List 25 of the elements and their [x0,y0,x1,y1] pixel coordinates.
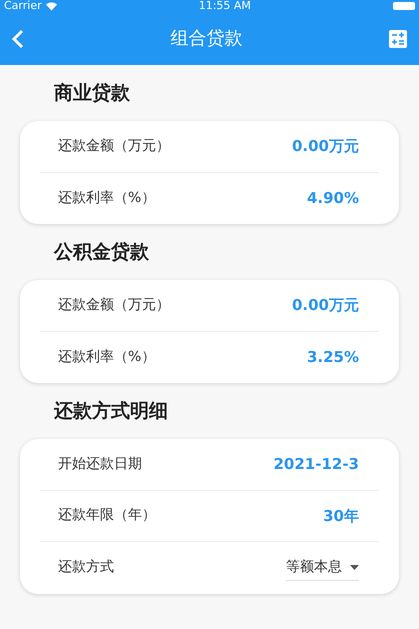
section-heading: 还款方式明细 [53,399,169,424]
back-icon[interactable] [12,28,24,48]
field-value: 3.25% [306,347,359,368]
field-label: 还款利率（%） [58,188,156,208]
field-label: 还款方式 [58,558,114,578]
field-label: 还款利率（%） [58,348,156,367]
field-label: 开始还款日期 [58,454,142,474]
field-label: 还款金额（万元） [58,136,170,156]
field-value: 0.00万元 [292,136,359,157]
screen-title: 组合贷款 [170,27,242,51]
calculator-icon[interactable] [389,30,407,48]
carrier-label: Carrier [4,0,42,12]
field-value: 30年 [323,506,359,526]
field-label: 还款金额（万元） [58,296,170,315]
time-label: 11:55 AM [198,0,251,12]
wifi-icon [46,2,57,10]
field-value: 0.00万元 [292,295,359,316]
field-value: 2021-12-3 [273,454,359,475]
dropdown-field[interactable]: 等额本息 [286,554,359,581]
caret-icon [350,564,359,570]
field-label: 还款年限（年） [58,506,156,526]
section-heading: 公积金贷款 [52,240,150,265]
section-heading: 商业贷款 [53,81,131,106]
field-value: 4.90% [306,188,359,209]
battery-icon [393,2,415,10]
